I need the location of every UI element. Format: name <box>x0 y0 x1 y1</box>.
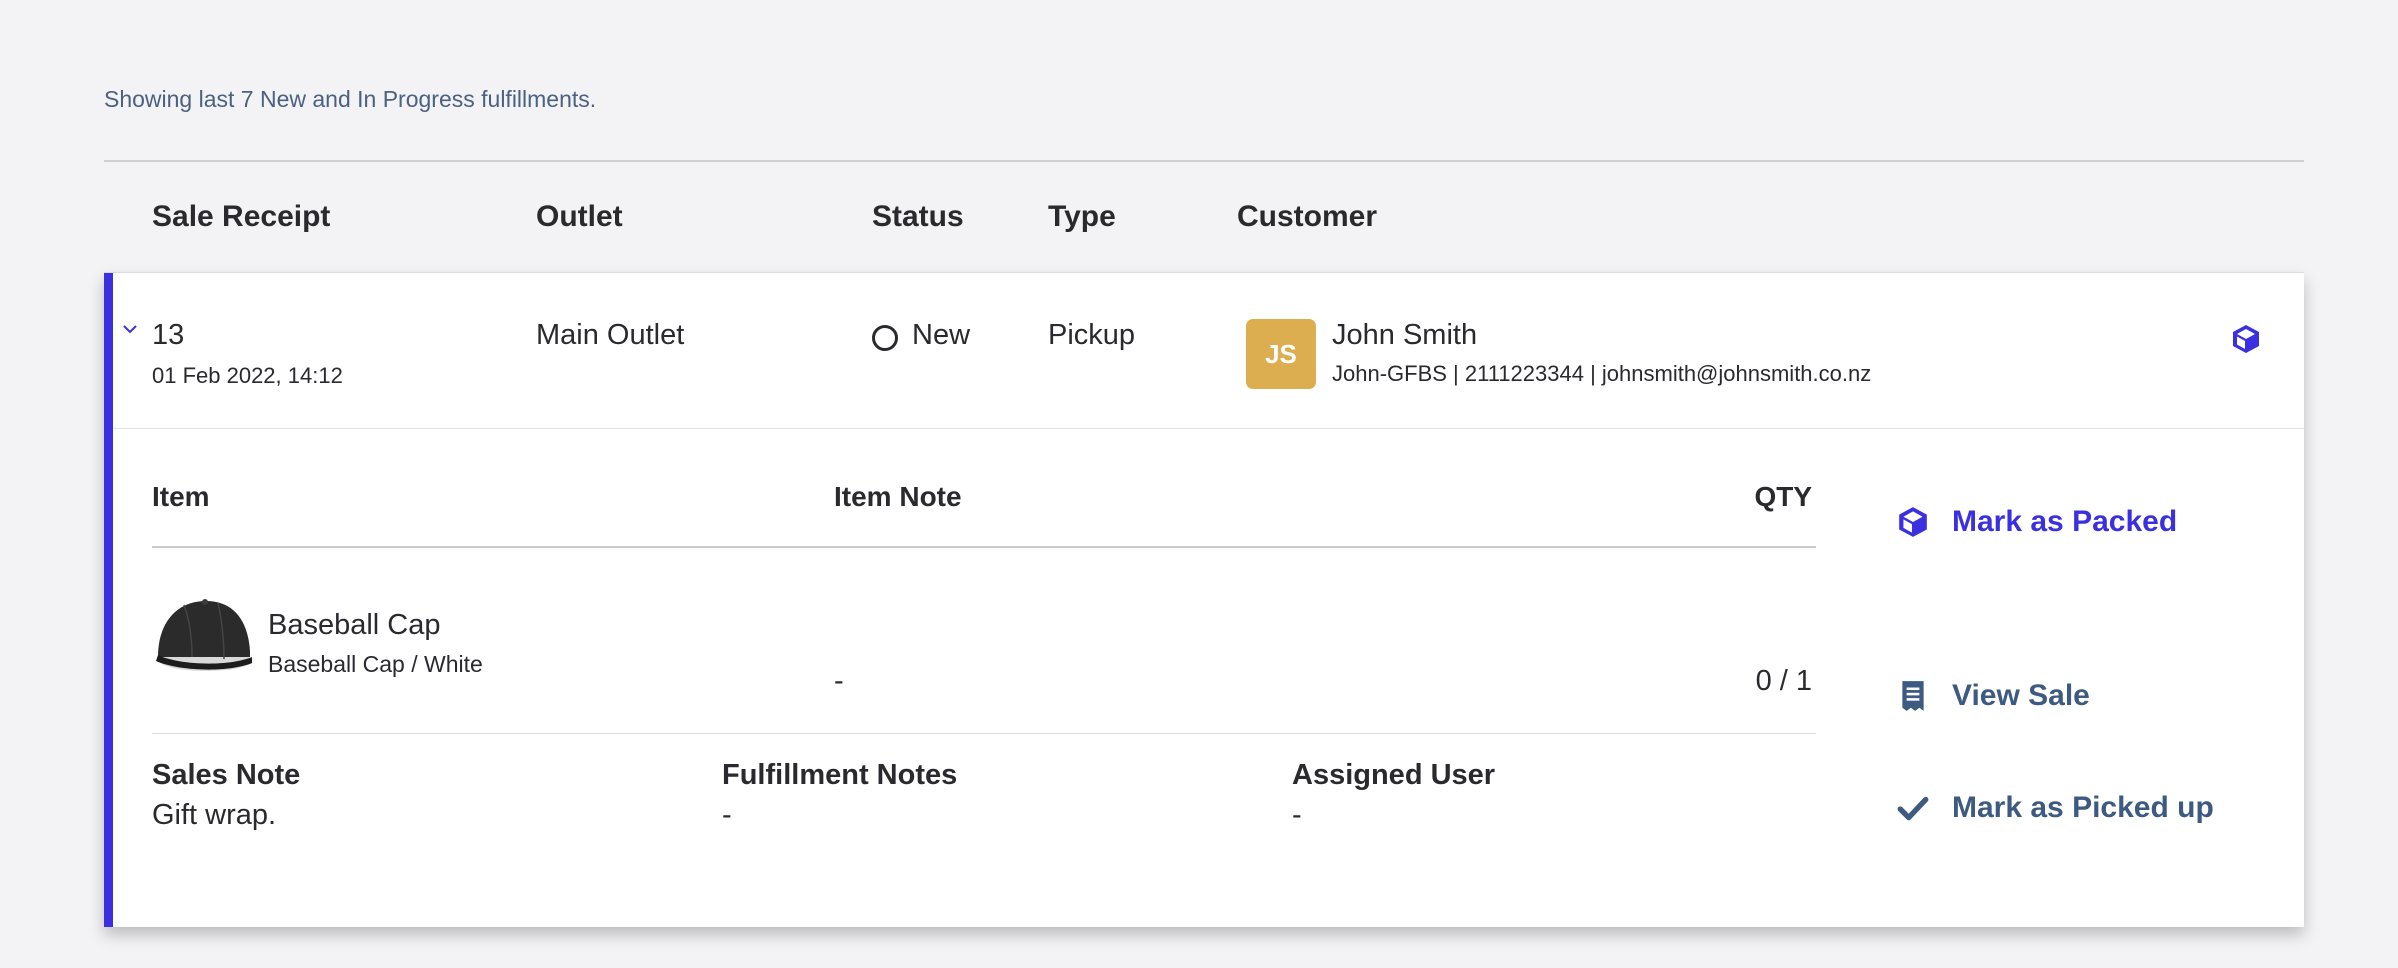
mark-as-packed-label: Mark as Packed <box>1952 505 2178 538</box>
items-header-item: Item <box>152 481 210 512</box>
column-header-sale-receipt: Sale Receipt <box>152 200 331 233</box>
fulfillment-type: Pickup <box>1048 319 1136 351</box>
receipt-number[interactable]: 13 <box>152 319 184 352</box>
column-header-customer: Customer <box>1237 200 1378 233</box>
outlet-name: Main Outlet <box>536 319 685 351</box>
product-thumbnail <box>156 599 252 671</box>
customer-details: John-GFBS | 2111223344 | johnsmith@johns… <box>1332 361 1872 386</box>
chevron-down-icon[interactable] <box>122 323 138 335</box>
items-divider <box>152 733 1816 734</box>
column-header-status: Status <box>872 200 964 233</box>
row-divider <box>113 428 2304 429</box>
column-header-outlet: Outlet <box>536 200 623 233</box>
mark-as-picked-up-label: Mark as Picked up <box>1952 791 2214 824</box>
receipt-icon <box>1902 681 1924 711</box>
fulfillment-card: 13 01 Feb 2022, 14:12 Main Outlet New Pi… <box>104 272 2304 927</box>
avatar: JS <box>1246 319 1316 389</box>
item-variant: Baseball Cap / White <box>268 651 483 677</box>
sales-note-label: Sales Note <box>152 759 301 791</box>
view-sale-button[interactable]: View Sale <box>1896 679 2090 713</box>
column-header-type: Type <box>1048 200 1116 233</box>
view-sale-label: View Sale <box>1952 679 2090 712</box>
fulfillments-summary: Showing last 7 New and In Progress fulfi… <box>104 86 597 112</box>
receipt-date: 01 Feb 2022, 14:12 <box>152 363 343 388</box>
status-badge: New <box>912 319 971 351</box>
box-icon <box>1899 507 1927 537</box>
assigned-user-label: Assigned User <box>1292 759 1496 791</box>
items-header-item-note: Item Note <box>834 481 962 512</box>
item-name: Baseball Cap <box>268 609 441 641</box>
assigned-user-value: - <box>1292 799 1302 831</box>
items-header-qty: QTY <box>1754 481 1812 512</box>
checkmark-icon <box>1897 796 1929 821</box>
mark-as-picked-up-button[interactable]: Mark as Picked up <box>1896 791 2214 825</box>
fulfillment-notes-label: Fulfillment Notes <box>722 759 958 791</box>
sales-note-value: Gift wrap. <box>152 799 277 831</box>
fulfillment-notes-value: - <box>722 799 732 831</box>
mark-as-packed-button[interactable]: Mark as Packed <box>1896 505 2177 539</box>
header-divider <box>104 160 2304 162</box>
box-icon[interactable] <box>2230 323 2262 355</box>
status-ring-icon <box>872 325 898 351</box>
selected-row-accent <box>104 273 113 927</box>
customer-name: John Smith <box>1332 319 1478 351</box>
items-header-divider <box>152 546 1816 548</box>
item-qty: 0 / 1 <box>1755 665 1812 697</box>
item-note: - <box>834 665 844 697</box>
